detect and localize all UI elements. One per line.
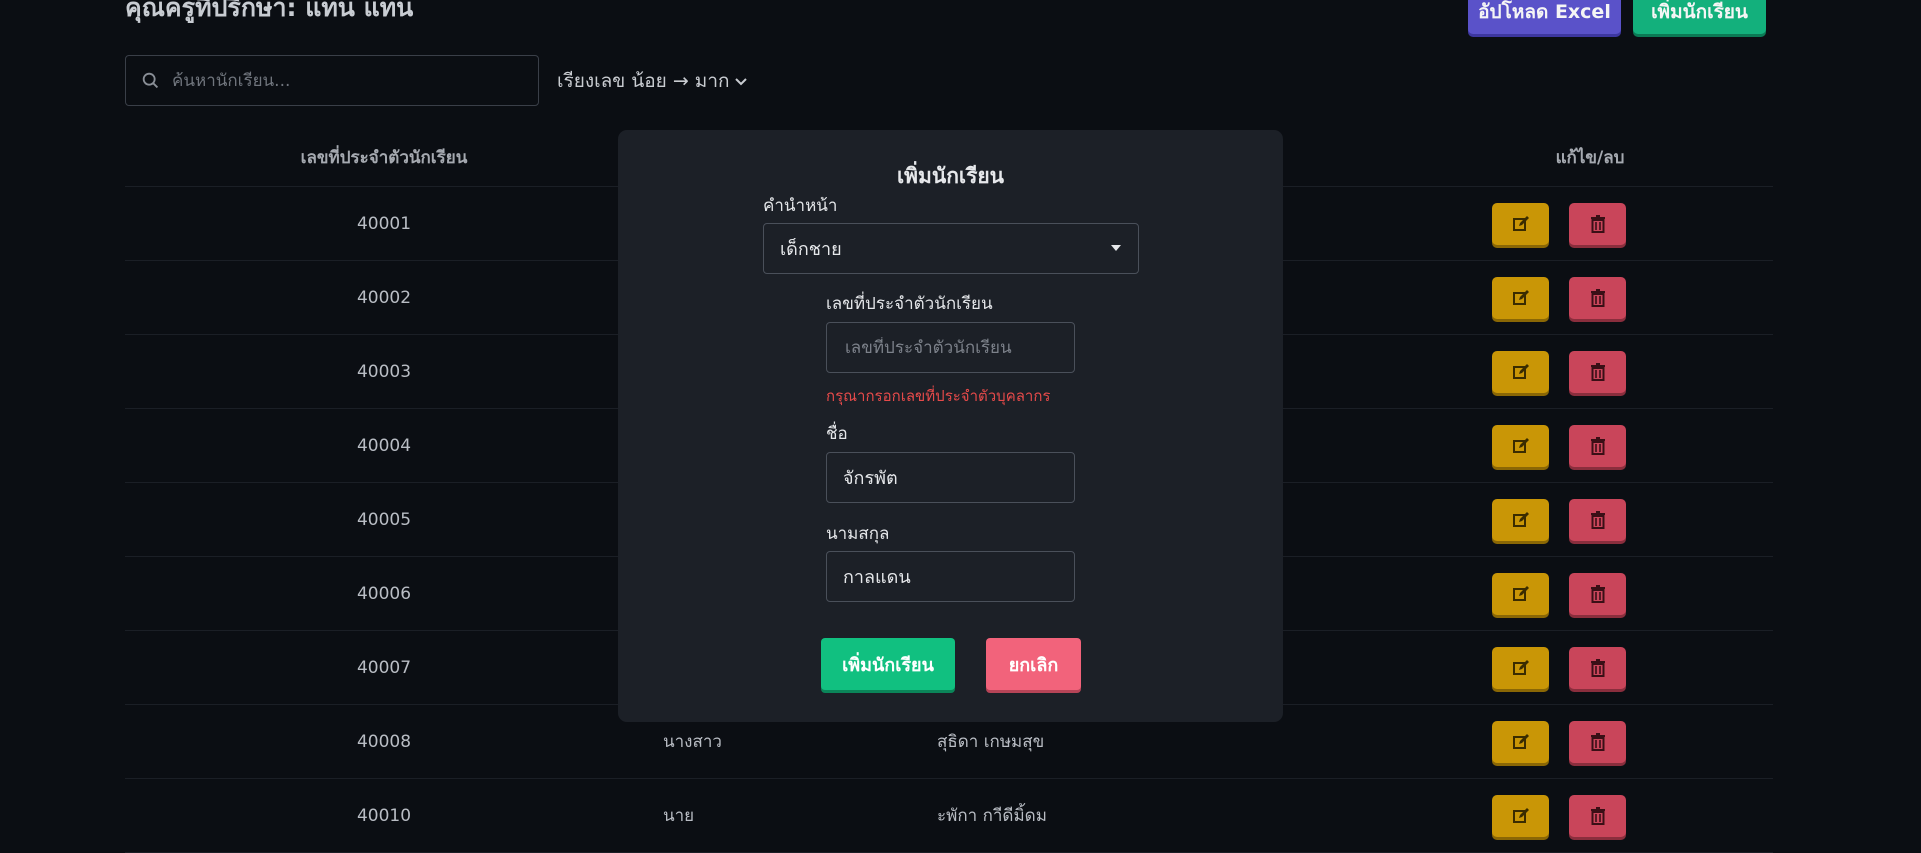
- student-id-cell: 40008: [356, 731, 412, 752]
- modal-title: เพิ่มนักเรียน: [896, 164, 1005, 188]
- trash-icon: [1590, 510, 1605, 529]
- student-id-cell: 40007: [356, 657, 412, 678]
- prefix-value: เด็กชาย: [780, 239, 842, 260]
- trash-icon: [1590, 214, 1605, 233]
- student-id-error: กรุณากรอกเลขที่ประจำตัวบุคลากร: [826, 387, 1051, 405]
- submit-add-student-button[interactable]: เพิ่มนักเรียน: [821, 638, 955, 690]
- edit-button[interactable]: [1492, 276, 1549, 319]
- prefix-cell: นางสาว: [663, 732, 722, 752]
- edit-icon: [1512, 585, 1529, 601]
- student-id-cell: 40005: [356, 509, 412, 530]
- edit-button[interactable]: [1492, 572, 1549, 615]
- edit-button[interactable]: [1492, 646, 1549, 689]
- delete-button[interactable]: [1569, 424, 1626, 467]
- search-input[interactable]: [170, 69, 534, 92]
- search-box[interactable]: [125, 55, 539, 106]
- edit-icon: [1512, 511, 1529, 527]
- edit-icon: [1512, 733, 1529, 749]
- caret-down-icon: [1111, 245, 1121, 251]
- student-id-input[interactable]: [843, 336, 1067, 359]
- row-actions: [1492, 276, 1626, 319]
- delete-button[interactable]: [1569, 498, 1626, 541]
- delete-button[interactable]: [1569, 276, 1626, 319]
- student-id-cell: 40004: [356, 435, 412, 456]
- trash-icon: [1590, 732, 1605, 751]
- page-title: คุณครูที่ปรึกษา: แทน แทน: [125, 0, 414, 22]
- last-name-value: กาลแดน: [843, 567, 911, 588]
- row-actions: [1492, 572, 1626, 615]
- row-actions: [1492, 202, 1626, 245]
- row-actions: [1492, 720, 1626, 763]
- student-id-cell: 40010: [356, 805, 412, 826]
- first-name-label: ชื่อ: [826, 424, 848, 444]
- edit-icon: [1512, 659, 1529, 675]
- col-student-id: เลขที่ประจำตัวนักเรียน: [300, 147, 468, 168]
- first-name-field[interactable]: จักรพัต: [826, 452, 1075, 503]
- delete-button[interactable]: [1569, 720, 1626, 763]
- edit-button[interactable]: [1492, 794, 1549, 837]
- cancel-button[interactable]: ยกเลิก: [986, 638, 1081, 690]
- first-name-value: จักรพัต: [843, 468, 898, 489]
- student-id-cell: 40002: [356, 287, 412, 308]
- row-actions: [1492, 424, 1626, 467]
- table-row: 40010 นาย ะพักา กาีดีมิ้ดม: [125, 779, 1773, 853]
- sort-select[interactable]: เรียงเลข น้อย → มาก: [557, 66, 748, 96]
- add-student-button[interactable]: เพิ่มนักเรียน: [1633, 0, 1766, 34]
- edit-icon: [1512, 807, 1529, 823]
- trash-icon: [1590, 288, 1605, 307]
- trash-icon: [1590, 584, 1605, 603]
- chevron-down-icon: [734, 78, 747, 86]
- student-id-field[interactable]: [826, 322, 1075, 373]
- delete-button[interactable]: [1569, 572, 1626, 615]
- row-actions: [1492, 350, 1626, 393]
- delete-button[interactable]: [1569, 794, 1626, 837]
- delete-button[interactable]: [1569, 646, 1626, 689]
- sort-label: เรียงเลข น้อย → มาก: [557, 70, 730, 92]
- student-id-label: เลขที่ประจำตัวนักเรียน: [826, 294, 993, 314]
- student-id-cell: 40001: [356, 213, 412, 234]
- search-icon: [142, 72, 159, 88]
- prefix-label: คำนำหน้า: [763, 196, 838, 216]
- trash-icon: [1590, 806, 1605, 825]
- last-name-label: นามสกุล: [826, 524, 890, 544]
- trash-icon: [1590, 658, 1605, 677]
- edit-icon: [1512, 363, 1529, 379]
- edit-button[interactable]: [1492, 202, 1549, 245]
- student-id-cell: 40003: [356, 361, 412, 382]
- edit-button[interactable]: [1492, 424, 1549, 467]
- name-cell: สุธิดา เกษมสุข: [937, 732, 1045, 752]
- trash-icon: [1590, 436, 1605, 455]
- edit-icon: [1512, 215, 1529, 231]
- row-actions: [1492, 646, 1626, 689]
- prefix-cell: นาย: [663, 806, 695, 826]
- trash-icon: [1590, 362, 1605, 381]
- student-id-cell: 40006: [356, 583, 412, 604]
- edit-button[interactable]: [1492, 720, 1549, 763]
- name-cell: ะพักา กาีดีมิ้ดม: [937, 806, 1047, 826]
- row-actions: [1492, 794, 1626, 837]
- row-actions: [1492, 498, 1626, 541]
- edit-icon: [1512, 289, 1529, 305]
- delete-button[interactable]: [1569, 202, 1626, 245]
- upload-excel-button[interactable]: อัปโหลด Excel: [1468, 0, 1621, 34]
- edit-button[interactable]: [1492, 498, 1549, 541]
- edit-icon: [1512, 437, 1529, 453]
- add-student-modal: เพิ่มนักเรียน คำนำหน้า เด็กชาย เลขที่ประ…: [618, 130, 1283, 722]
- col-actions: แก้ไข/ลบ: [1555, 147, 1625, 168]
- last-name-field[interactable]: กาลแดน: [826, 551, 1075, 602]
- prefix-select[interactable]: เด็กชาย: [763, 223, 1139, 274]
- delete-button[interactable]: [1569, 350, 1626, 393]
- edit-button[interactable]: [1492, 350, 1549, 393]
